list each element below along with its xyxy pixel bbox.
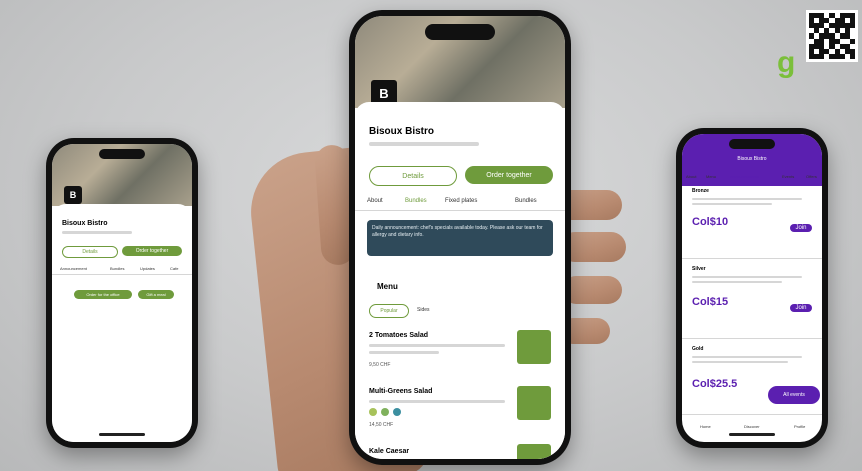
order-office-pill[interactable]: Order for the office (74, 290, 132, 299)
home-indicator (729, 433, 775, 436)
card-price: Col$10 (692, 216, 729, 228)
card-divider (682, 338, 822, 339)
right-phone: Bisoux Bistro About Menu Announcements E… (676, 128, 828, 448)
tab-offers[interactable]: Offers (806, 174, 817, 179)
item-price: 14,50 CHF (369, 422, 394, 428)
item-image[interactable] (517, 330, 551, 364)
card-price: Col$15 (692, 296, 729, 308)
order-together-button[interactable]: Order together (465, 166, 553, 184)
nav-divider (682, 414, 822, 415)
header-title: Bisoux Bistro (737, 156, 767, 162)
center-phone: B Bisoux Bistro Details Order together A… (349, 10, 571, 465)
item-name: Kale Caesar (369, 448, 410, 455)
item-desc-line (369, 400, 505, 403)
photo-scene: g B Bisoux Bistro Details Order together… (0, 0, 862, 471)
center-phone-screen: B Bisoux Bistro Details Order together A… (355, 16, 565, 459)
card-desc-line (692, 281, 782, 283)
all-events-button[interactable]: All events (768, 386, 820, 404)
filter-popular[interactable]: Popular (369, 304, 409, 318)
notch-icon (729, 139, 775, 149)
notice-text: Daily announcement: chef's specials avai… (372, 225, 543, 238)
tab-divider (355, 210, 565, 211)
join-button[interactable]: Join (790, 304, 812, 312)
nav-profile[interactable]: Profile (794, 424, 805, 429)
nav-home[interactable]: Home (700, 424, 711, 429)
tab-bundles[interactable]: Bundles (110, 266, 124, 271)
left-phone-screen: B Bisoux Bistro Details Order together A… (52, 144, 192, 442)
notice-banner: Daily announcement: chef's specials avai… (367, 220, 553, 256)
center-sheet: Bisoux Bistro Details Order together Abo… (355, 102, 565, 459)
details-button[interactable]: Details (369, 166, 457, 186)
card-divider (682, 258, 822, 259)
gift-meal-pill[interactable]: Gift a meal (138, 290, 174, 299)
item-price: 9,50 CHF (369, 362, 391, 368)
item-desc-line (369, 351, 439, 354)
brand-mark-icon: g (777, 46, 796, 79)
left-phone: B Bisoux Bistro Details Order together A… (46, 138, 198, 448)
item-desc-line (369, 344, 505, 347)
item-name: Multi-Greens Salad (369, 388, 433, 395)
tab-divider (52, 274, 192, 275)
tab-announcement[interactable]: Announcement (60, 266, 87, 271)
item-image[interactable] (517, 386, 551, 420)
tab-fixed-plates[interactable]: Fixed plates (445, 198, 477, 204)
details-button[interactable]: Details (62, 246, 118, 258)
card-price: Col$25.5 (692, 378, 738, 390)
tab-bundles[interactable]: Bundles (405, 198, 427, 204)
tab-menu[interactable]: Menu (706, 174, 716, 179)
tab-announcements[interactable]: Announcements (730, 174, 759, 179)
item-image[interactable] (517, 444, 551, 459)
brand-logo-icon: B (64, 186, 82, 204)
left-sheet: Bisoux Bistro Details Order together Ann… (52, 204, 192, 442)
nav-discover[interactable]: Discover (744, 424, 760, 429)
card-title: Silver (692, 266, 706, 272)
card-title: Gold (692, 346, 704, 352)
restaurant-name: Bisoux Bistro (369, 126, 435, 137)
item-name: 2 Tomatoes Salad (369, 332, 429, 339)
diet-badge-icon (381, 408, 389, 416)
card-desc-line (692, 361, 788, 363)
card-desc-line (692, 276, 802, 278)
card-desc-line (692, 356, 802, 358)
subtitle-line (62, 231, 132, 234)
diet-badge-icon (369, 408, 377, 416)
subtitle-line (369, 142, 479, 146)
finger-3 (562, 276, 622, 304)
notch-icon (99, 149, 145, 159)
home-indicator (99, 433, 145, 436)
tab-about[interactable]: About (367, 198, 383, 204)
tab-events[interactable]: Events (782, 174, 794, 179)
menu-title: Menu (377, 282, 398, 291)
order-together-button[interactable]: Order together (122, 246, 182, 256)
tab-bundles-2[interactable]: Bundles (515, 198, 537, 204)
tab-about[interactable]: About (686, 174, 696, 179)
filter-sides[interactable]: Sides (417, 307, 430, 313)
qr-code-icon (806, 10, 858, 62)
restaurant-name: Bisoux Bistro (62, 220, 108, 227)
tab-updates[interactable]: Updates (140, 266, 155, 271)
card-desc-line (692, 203, 772, 205)
join-button[interactable]: Join (790, 224, 812, 232)
card-desc-line (692, 198, 802, 200)
right-phone-screen: Bisoux Bistro About Menu Announcements E… (682, 134, 822, 442)
card-title: Bronze (692, 188, 709, 194)
notch-icon (425, 24, 495, 40)
tab-cafe[interactable]: Cafe (170, 266, 178, 271)
diet-badge-icon (393, 408, 401, 416)
